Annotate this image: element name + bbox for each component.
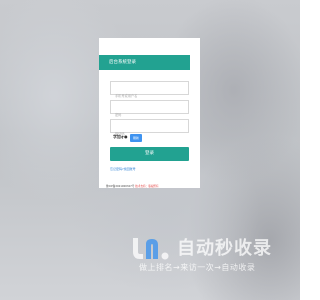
forgot-password-link[interactable]: 忘记密码?找回账号 — [110, 167, 136, 171]
captcha-refresh-button[interactable]: 刷新 — [130, 134, 142, 142]
login-title: 后台系统登录 — [109, 60, 136, 65]
captcha-field[interactable] — [110, 119, 189, 140]
footer-link-copyright[interactable]: ：版权所有 — [146, 185, 159, 188]
watermark-subtitle: 做上排名→来访一次→自动收录 — [139, 263, 256, 272]
watermark: 自动秒收录 做上排名→来访一次→自动收录 — [127, 236, 287, 276]
login-title-banner: 后台系统登录 — [99, 55, 190, 70]
login-button[interactable]: 登录 — [110, 147, 189, 161]
username-field[interactable] — [110, 81, 189, 102]
icp-text[interactable]: 鲁ICP备2021000327号 — [106, 185, 134, 188]
password-field[interactable] — [110, 100, 189, 121]
captcha-image[interactable]: 字加ォ● — [113, 132, 130, 142]
watermark-logo-icon — [133, 238, 169, 260]
watermark-title: 自动秒收录 — [177, 238, 272, 259]
footer: 鲁ICP备2021000327号 技术支持：版权所有 — [106, 184, 196, 188]
footer-link-support[interactable]: 技术支持 — [135, 185, 145, 188]
